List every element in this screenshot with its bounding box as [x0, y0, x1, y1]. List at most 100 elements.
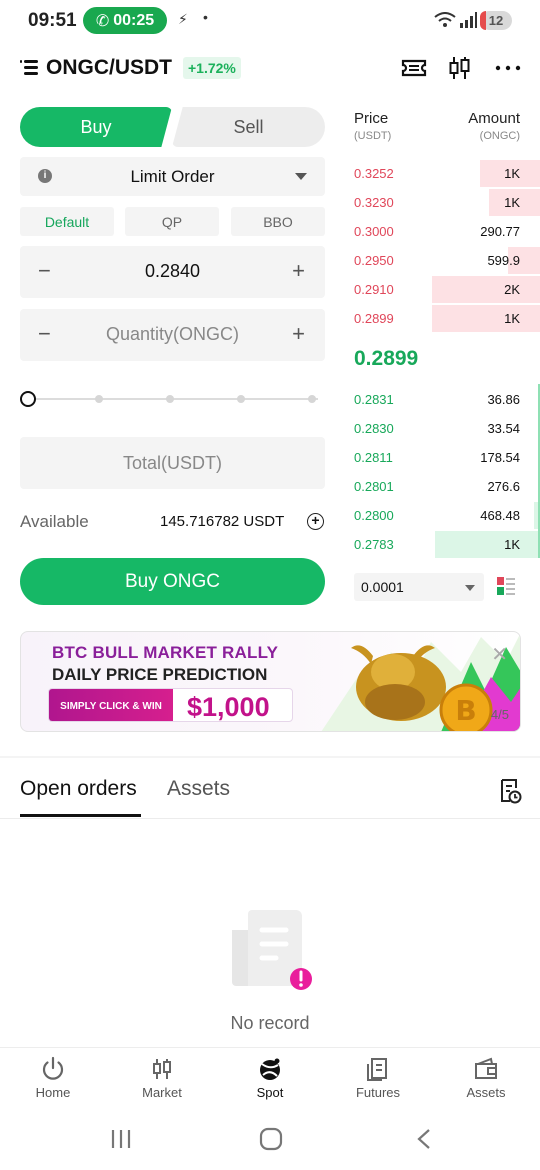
quantity-stepper[interactable]: − Quantity(ONGC) + [20, 309, 325, 361]
bid-row[interactable]: 0.2801 276.6 [348, 473, 540, 500]
banner-cta[interactable]: SIMPLY CLICK & WIN $1,000 [48, 688, 293, 722]
ticket-icon[interactable] [400, 54, 428, 82]
recent-apps-icon[interactable] [110, 1128, 132, 1150]
quantity-input[interactable]: Quantity(ONGC) [20, 324, 325, 345]
nav-home[interactable]: Home [8, 1052, 98, 1104]
promo-banner[interactable]: BTC BULL MARKET RALLY DAILY PRICE PREDIC… [20, 631, 521, 732]
banner-headline: BTC BULL MARKET RALLY [52, 643, 279, 662]
orderbook-layout-icon[interactable] [494, 574, 518, 598]
wifi-icon [434, 12, 456, 27]
bid-row[interactable]: 0.2830 33.54 [348, 415, 540, 442]
signal-icon [460, 12, 477, 28]
precision-value: 0.0001 [361, 579, 404, 595]
dot-icon: • [203, 9, 208, 25]
ask-row[interactable]: 0.2910 2K [348, 276, 540, 303]
ask-row[interactable]: 0.3230 1K [348, 189, 540, 216]
bid-amount: 36.86 [487, 392, 520, 407]
banner-subline: DAILY PRICE PREDICTION [52, 665, 268, 684]
more-icon[interactable] [494, 54, 522, 82]
tab-open-orders[interactable]: Open orders [20, 777, 137, 801]
menu-icon[interactable] [20, 58, 40, 76]
mode-default[interactable]: Default [20, 207, 114, 236]
active-tab-indicator [20, 814, 141, 817]
slider-stop[interactable] [95, 395, 103, 403]
tabs-divider [0, 818, 540, 819]
pair-title[interactable]: ONGC/USDT [46, 56, 172, 80]
bid-price: 0.2830 [354, 421, 394, 436]
home-icon[interactable] [259, 1127, 283, 1151]
ask-row[interactable]: 0.2899 1K [348, 305, 540, 332]
bid-price: 0.2800 [354, 508, 394, 523]
ask-amount: 1K [504, 166, 520, 181]
amount-header: Amount [468, 110, 520, 127]
tab-assets[interactable]: Assets [167, 777, 230, 801]
ask-row[interactable]: 0.3252 1K [348, 160, 540, 187]
bid-amount: 1K [504, 537, 520, 552]
last-price[interactable]: 0.2899 [354, 347, 418, 371]
price-input[interactable]: 0.2840 [20, 261, 325, 282]
bid-row[interactable]: 0.2831 36.86 [348, 386, 540, 413]
total-field[interactable]: Total(USDT) [20, 437, 325, 489]
slider-stop[interactable] [166, 395, 174, 403]
bid-price: 0.2783 [354, 537, 394, 552]
add-funds-icon[interactable]: + [307, 513, 324, 530]
amount-unit: (ONGC) [479, 130, 520, 142]
ask-amount: 290.77 [480, 224, 520, 239]
tab-buy[interactable]: Buy [20, 107, 172, 147]
spot-icon [260, 1058, 280, 1080]
price-stepper[interactable]: − 0.2840 + [20, 246, 325, 298]
call-timer: 00:25 [113, 11, 155, 29]
slider-stop[interactable] [237, 395, 245, 403]
bid-amount: 276.6 [487, 479, 520, 494]
increment-button[interactable]: + [292, 258, 305, 284]
wallet-icon [475, 1057, 497, 1079]
amount-slider[interactable] [20, 390, 320, 408]
ask-price: 0.2950 [354, 253, 394, 268]
banner-cta-label: SIMPLY CLICK & WIN [49, 689, 173, 721]
close-icon[interactable]: ✕ [491, 642, 508, 667]
increment-button[interactable]: + [292, 321, 305, 347]
bid-row[interactable]: 0.2811 178.54 [348, 444, 540, 471]
bid-row[interactable]: 0.2783 1K [348, 531, 540, 558]
order-type-select[interactable]: i Limit Order [20, 157, 325, 196]
mode-qp[interactable]: QP [125, 207, 219, 236]
back-icon[interactable] [414, 1128, 434, 1150]
slider-stop[interactable] [308, 395, 316, 403]
buy-button[interactable]: Buy ONGC [20, 558, 325, 605]
nav-label: Home [35, 1085, 71, 1100]
total-input[interactable]: Total(USDT) [20, 453, 325, 474]
ask-row[interactable]: 0.3000 290.77 [348, 218, 540, 245]
order-history-icon[interactable] [498, 778, 522, 804]
ask-amount: 1K [504, 195, 520, 210]
bid-amount: 178.54 [480, 450, 520, 465]
ask-price: 0.3000 [354, 224, 394, 239]
ask-row[interactable]: 0.2950 599.9 [348, 247, 540, 274]
candlestick-icon [153, 1059, 171, 1079]
mode-bbo[interactable]: BBO [231, 207, 325, 236]
header: ONGC/USDT +1.72% [0, 48, 540, 88]
bid-price: 0.2801 [354, 479, 394, 494]
nav-market[interactable]: Market [117, 1052, 207, 1104]
futures-icon [367, 1058, 387, 1081]
candlestick-icon[interactable] [446, 54, 474, 82]
nav-assets[interactable]: Assets [441, 1052, 531, 1104]
chevron-down-icon [295, 173, 307, 180]
status-bar: 09:51 ✆ 00:25 ⚡︎ • 12 [0, 0, 540, 40]
system-nav [0, 1122, 540, 1158]
depth-bar [432, 276, 540, 303]
bolt-icon: ⚡︎ [178, 11, 188, 27]
slider-handle[interactable] [20, 391, 36, 407]
nav-spot[interactable]: Spot [225, 1052, 315, 1104]
nav-label: Spot [256, 1085, 284, 1100]
bid-amount: 33.54 [487, 421, 520, 436]
call-indicator[interactable]: ✆ 00:25 [83, 7, 167, 34]
nav-label: Futures [355, 1085, 401, 1100]
banner-pager: 4/5 [490, 707, 509, 722]
precision-select[interactable]: 0.0001 [354, 573, 484, 601]
bid-amount: 468.48 [480, 508, 520, 523]
nav-futures[interactable]: Futures [333, 1052, 423, 1104]
bid-row[interactable]: 0.2800 468.48 [348, 502, 540, 529]
empty-state-text: No record [230, 1013, 310, 1033]
battery-level: 12 [488, 13, 504, 28]
tab-sell[interactable]: Sell [172, 107, 325, 147]
